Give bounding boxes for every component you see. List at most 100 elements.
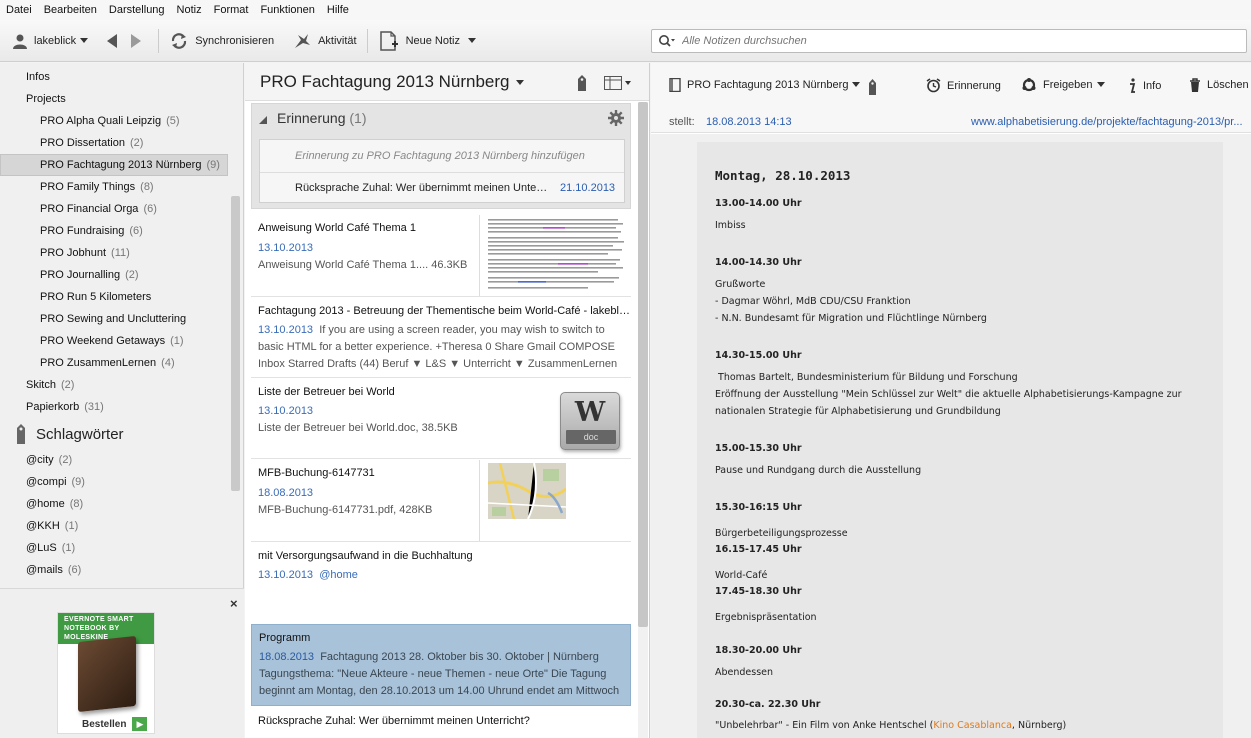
note-card-selected[interactable]: Programm 18.08.2013 Fachtagung 2013 28. … — [251, 624, 631, 706]
share-button[interactable]: Freigeben — [1021, 78, 1111, 92]
reminders-section: Erinnerung (1) Erinnerung zu PRO Fachtag… — [251, 103, 631, 209]
tag-icon — [17, 424, 25, 444]
sidebar-item-notebook[interactable]: PRO Financial Orga (6) — [0, 199, 157, 219]
menu-darstellung[interactable]: Darstellung — [103, 4, 171, 16]
chevron-down-icon — [852, 82, 861, 87]
collapse-triangle-icon[interactable] — [259, 116, 267, 124]
menu-notiz[interactable]: Notiz — [171, 4, 208, 16]
note-notebook-dropdown[interactable]: PRO Fachtagung 2013 Nürnberg — [669, 78, 866, 92]
menu-hilfe[interactable]: Hilfe — [321, 4, 355, 16]
sidebar-item-notebook-selected[interactable]: PRO Fachtagung 2013 Nürnberg (9) — [0, 154, 228, 176]
activity-label: Aktivität — [318, 34, 357, 47]
reminder-item[interactable]: Rücksprache Zuhal: Wer übernimmt meinen … — [260, 172, 624, 203]
sidebar-item-notebook[interactable]: PRO Weekend Getaways (1) — [0, 331, 184, 351]
sync-icon — [172, 32, 187, 49]
agenda-line: Abendessen — [715, 667, 774, 678]
cinema-link[interactable]: Kino Casablanca — [933, 720, 1012, 731]
sidebar-item-label: PRO Fachtagung 2013 Nürnberg — [40, 159, 202, 171]
sidebar-item-count: (6) — [129, 225, 143, 237]
delete-button[interactable]: Löschen — [1189, 78, 1249, 92]
note-title: MFB-Buchung-6147731 — [258, 467, 375, 479]
share-notebook-icon[interactable] — [576, 75, 588, 91]
sidebar-item-notebook[interactable]: PRO Family Things (8) — [0, 177, 154, 197]
sidebar-tag[interactable]: @LuS (1) — [0, 538, 75, 558]
menu-datei[interactable]: Datei — [0, 4, 38, 16]
arrow-right-icon — [131, 33, 142, 48]
note-list-scrollbar[interactable] — [638, 102, 648, 627]
tag-icon[interactable] — [867, 79, 878, 95]
note-list-panel: PRO Fachtagung 2013 Nürnberg Erinnerung … — [245, 63, 650, 738]
gear-icon[interactable] — [608, 110, 624, 126]
tag-count: (9) — [71, 476, 85, 488]
sidebar-item-notebook[interactable]: PRO ZusammenLernen (4) — [0, 353, 175, 373]
note-card[interactable]: Liste der Betreuer bei World 13.10.2013 … — [251, 379, 631, 459]
activity-button[interactable]: Aktivität — [280, 20, 363, 62]
sidebar-item-label: Skitch — [26, 379, 56, 391]
sidebar-item-trash[interactable]: Papierkorb (31) — [0, 397, 104, 417]
search-box[interactable] — [651, 29, 1247, 53]
sidebar-item-notebook[interactable]: PRO Run 5 Kilometers — [0, 287, 151, 307]
agenda-time: 18.30-20.00 Uhr — [715, 645, 802, 656]
search-input[interactable] — [682, 35, 1202, 47]
agenda-block: 16.15-17.45 Uhr World-Café — [715, 544, 1215, 584]
sidebar-item-notebook[interactable]: PRO Journalling (2) — [0, 265, 139, 285]
sidebar-item-label: PRO ZusammenLernen — [40, 357, 157, 369]
agenda-block: 18.30-20.00 Uhr Abendessen — [715, 645, 1215, 681]
ad-close-button[interactable]: × — [230, 596, 238, 611]
moleskine-ad[interactable]: EVERNOTE SMART NOTEBOOK BY MOLESKINE Bes… — [57, 612, 155, 734]
note-tag: @home — [319, 569, 358, 581]
new-note-button[interactable]: Neue Notiz — [372, 20, 466, 62]
tag-label: @LuS — [26, 542, 57, 554]
note-card[interactable]: MFB-Buchung-6147731 18.08.2013 MFB-Buchu… — [251, 460, 631, 542]
sync-button[interactable]: Synchronisieren — [163, 20, 280, 62]
sidebar-item-label: PRO Family Things — [40, 181, 136, 193]
note-card[interactable]: mit Versorgungsaufwand in die Buchhaltun… — [251, 543, 631, 621]
film-text: "Unbelehrbar" - Ein Film von Anke Hentsc… — [715, 720, 934, 731]
note-card[interactable]: Rücksprache Zuhal: Wer übernimmt meinen … — [251, 708, 631, 738]
new-note-dropdown[interactable] — [466, 20, 488, 62]
forward-button[interactable] — [130, 20, 154, 62]
sidebar-item-notebook[interactable]: PRO Fundraising (6) — [0, 221, 143, 241]
tags-heading[interactable]: Schlagwörter — [14, 423, 124, 445]
agenda-time: 15.30-16:15 Uhr — [715, 502, 802, 513]
sidebar-tag[interactable]: @mails (6) — [0, 560, 81, 580]
note-title: Rücksprache Zuhal: Wer übernimmt meinen … — [258, 715, 530, 727]
tags-heading-label: Schlagwörter — [36, 425, 124, 443]
note-snippet: Fachtagung 2013 28. Oktober bis 30. Okto… — [259, 651, 620, 697]
sidebar-tag[interactable]: @compi (9) — [0, 472, 85, 492]
sidebar-item-notebook[interactable]: PRO Alpha Quali Leipzig (5) — [0, 111, 180, 131]
sidebar-item-count: (2) — [129, 137, 144, 149]
sidebar-item-notebook[interactable]: PRO Dissertation (2) — [0, 133, 143, 153]
sidebar-tag[interactable]: @KKH (1) — [0, 516, 78, 536]
notebook-title-dropdown[interactable]: PRO Fachtagung 2013 Nürnberg — [260, 72, 525, 92]
sidebar-item-infos[interactable]: Infos — [0, 67, 50, 87]
source-url-link[interactable]: www.alphabetisierung.de/projekte/fachtag… — [971, 116, 1247, 128]
sidebar-scrollbar[interactable] — [231, 196, 240, 491]
reminder-button[interactable]: Erinnerung — [926, 78, 1001, 93]
notebook-title: PRO Fachtagung 2013 Nürnberg — [260, 72, 510, 91]
sidebar-item-skitch[interactable]: Skitch (2) — [0, 375, 74, 395]
sidebar-tag[interactable]: @home (8) — [0, 494, 83, 514]
reminders-title: Erinnerung (1) — [277, 110, 367, 126]
agenda-time: 20.30-ca. 22.30 Uhr — [715, 699, 821, 710]
note-card[interactable]: Fachtagung 2013 - Betreuung der Thementi… — [251, 298, 631, 378]
note-thumbnail — [479, 215, 631, 296]
note-body[interactable]: Montag, 28.10.2013 13.00-14.00 Uhr Imbis… — [651, 134, 1251, 738]
sidebar-item-notebook[interactable]: PRO Sewing and Uncluttering — [0, 309, 186, 329]
back-button[interactable] — [100, 20, 130, 62]
view-options-icon[interactable] — [604, 76, 632, 90]
ad-order-button[interactable]: Bestellen ▶ — [82, 717, 148, 731]
user-menu[interactable]: lakeblick — [0, 20, 100, 62]
note-card[interactable]: Anweisung World Café Thema 1 13.10.2013 … — [251, 215, 631, 297]
sidebar-item-notebook[interactable]: PRO Jobhunt (11) — [0, 243, 130, 263]
agenda-block: 14.00-14.30 Uhr Grußworte - Dagmar Wöhrl… — [715, 257, 1215, 327]
add-reminder-link[interactable]: Erinnerung zu PRO Fachtagung 2013 Nürnbe… — [295, 150, 585, 162]
menu-format[interactable]: Format — [208, 4, 255, 16]
info-button[interactable]: Info — [1127, 78, 1161, 94]
menu-funktionen[interactable]: Funktionen — [254, 4, 320, 16]
toolbar-separator — [158, 28, 160, 53]
menu-bearbeiten[interactable]: Bearbeiten — [38, 4, 103, 16]
chevron-down-icon — [1096, 82, 1105, 87]
sidebar-tag[interactable]: @city (2) — [0, 450, 72, 470]
sidebar-item-projects[interactable]: Projects — [0, 89, 66, 109]
